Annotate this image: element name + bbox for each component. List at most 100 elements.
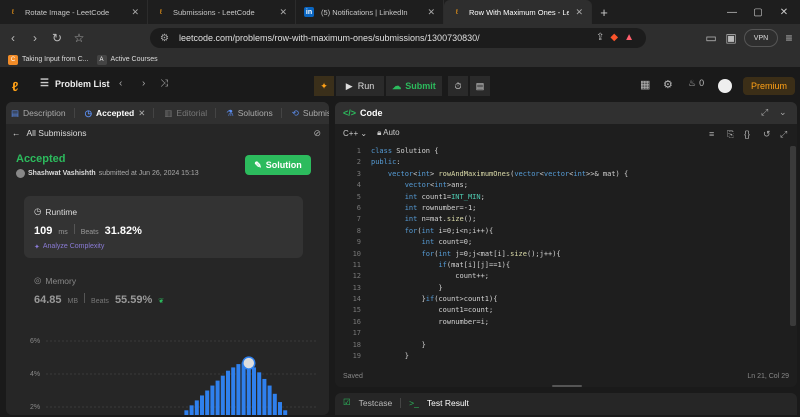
- chart-bar[interactable]: [210, 385, 215, 415]
- mode-indicator[interactable]: 🔒︎ Auto: [377, 128, 400, 138]
- format-icon[interactable]: ≡: [709, 129, 714, 139]
- line-number: 13: [352, 283, 361, 292]
- bookmark-icon[interactable]: ☆: [68, 27, 90, 49]
- memory-title[interactable]: ◎ Memory: [34, 275, 76, 286]
- language-select[interactable]: C++ ⌄: [343, 129, 367, 138]
- prev-problem-icon[interactable]: ‹: [119, 78, 122, 89]
- code-lines[interactable]: class Solution {public: vector<int> rowA…: [371, 146, 628, 362]
- tab-accepted[interactable]: ◷ Accepted ✕: [80, 102, 160, 124]
- rewards-icon[interactable]: ▲: [624, 32, 634, 43]
- forward-icon[interactable]: ›: [24, 27, 46, 49]
- chart-bar[interactable]: [231, 367, 236, 415]
- all-submissions-link[interactable]: ← All Submissions: [12, 128, 87, 138]
- close-icon[interactable]: ✕: [427, 7, 435, 18]
- bookmark-item[interactable]: A Active Courses: [96, 54, 158, 65]
- chart-bar[interactable]: [184, 410, 189, 415]
- browser-tab[interactable]: ℓ Rotate Image - LeetCode ✕: [0, 0, 148, 24]
- runtime-beats: 31.82%: [104, 225, 142, 237]
- author-name[interactable]: Shashwat Vashishth: [28, 170, 96, 177]
- settings-icon[interactable]: ⚙: [663, 78, 673, 91]
- link-icon[interactable]: ⊘: [313, 128, 321, 139]
- memory-distribution-chart[interactable]: 6% 4% 2%: [6, 332, 329, 415]
- notes-icon[interactable]: ▤: [470, 76, 490, 96]
- menu-icon[interactable]: ≡: [778, 27, 800, 49]
- chart-bar[interactable]: [215, 380, 220, 415]
- memory-metric: 64.85 MB Beats 55.59% ❦: [34, 293, 164, 306]
- premium-button[interactable]: Premium: [743, 77, 795, 95]
- chart-bar[interactable]: [236, 364, 241, 415]
- new-tab-button[interactable]: +: [592, 0, 616, 24]
- tab-solutions[interactable]: ⚗ Solutions: [221, 102, 287, 124]
- streak-counter[interactable]: ♨ 0: [688, 78, 704, 89]
- reload-icon[interactable]: ↻: [46, 27, 68, 49]
- browser-tab-active[interactable]: ℓ Row With Maximum Ones - Lee ✕: [444, 0, 592, 24]
- address-bar[interactable]: ⚙ leetcode.com/problems/row-with-maximum…: [150, 28, 646, 48]
- browser-tab[interactable]: ℓ Submissions - LeetCode ✕: [148, 0, 296, 24]
- maximize-icon[interactable]: ▢: [746, 0, 770, 24]
- chart-bar[interactable]: [200, 395, 204, 415]
- site-settings-icon[interactable]: ⚙: [160, 33, 169, 44]
- chart-bar[interactable]: [241, 362, 246, 415]
- wallet-icon[interactable]: ▣: [720, 27, 742, 49]
- brave-shield-icon[interactable]: ◆: [610, 32, 618, 43]
- bookmark-icon[interactable]: ⎘: [727, 129, 734, 140]
- chart-bar[interactable]: [205, 390, 210, 416]
- beats-label: Beats: [80, 229, 99, 236]
- minimize-icon[interactable]: —: [720, 0, 744, 24]
- close-icon[interactable]: ✕: [138, 108, 145, 119]
- solution-button[interactable]: ✎ Solution: [245, 155, 311, 175]
- share-icon[interactable]: ⇪: [596, 32, 604, 43]
- chart-bar[interactable]: [262, 378, 267, 415]
- collapse-icon[interactable]: ⌄: [779, 107, 787, 118]
- layout-icon[interactable]: ▦: [640, 78, 650, 91]
- code-line: int n=mat.size();: [404, 215, 477, 224]
- chart-bar[interactable]: [278, 402, 282, 415]
- avatar[interactable]: [718, 79, 732, 93]
- back-icon[interactable]: ‹: [2, 27, 24, 49]
- chart-bar[interactable]: [283, 410, 288, 415]
- analyze-complexity-link[interactable]: ✦ Analyze Complexity: [34, 243, 104, 251]
- chart-bar[interactable]: [257, 372, 262, 415]
- next-problem-icon[interactable]: ›: [142, 78, 145, 89]
- browser-tab[interactable]: in (5) Notifications | LinkedIn ✕: [296, 0, 444, 24]
- close-icon[interactable]: ✕: [279, 7, 287, 18]
- chart-bar[interactable]: [194, 400, 199, 415]
- close-icon[interactable]: ✕: [131, 7, 139, 18]
- your-submission-marker[interactable]: [242, 356, 256, 370]
- chart-bar[interactable]: [272, 393, 277, 415]
- chart-bar[interactable]: [252, 367, 256, 415]
- run-label: Run: [357, 81, 375, 91]
- vpn-button[interactable]: VPN: [744, 29, 778, 47]
- submit-button[interactable]: ☁ Submit: [386, 76, 442, 96]
- run-button[interactable]: ▶ Run: [336, 76, 384, 96]
- chart-bar[interactable]: [226, 370, 230, 415]
- editor-scrollbar[interactable]: [790, 146, 796, 326]
- chart-bar[interactable]: [189, 405, 194, 415]
- resize-handle[interactable]: [552, 385, 582, 387]
- shuffle-icon[interactable]: ⤨: [160, 78, 168, 89]
- reset-icon[interactable]: ↺: [763, 129, 771, 140]
- timer-icon[interactable]: ⏱: [448, 76, 468, 96]
- chart-bar[interactable]: [267, 385, 272, 415]
- tab-testcase[interactable]: Testcase: [359, 398, 393, 408]
- tab-test-result[interactable]: Test Result: [427, 398, 469, 408]
- fullscreen-icon[interactable]: ⤢: [780, 129, 787, 140]
- sidebar-icon[interactable]: ▭: [700, 27, 722, 49]
- debug-icon[interactable]: ✦: [314, 76, 334, 96]
- window-close-icon[interactable]: ✕: [772, 0, 796, 24]
- maximize-icon[interactable]: ⤢: [761, 107, 768, 118]
- leetcode-logo[interactable]: ℓ: [12, 79, 26, 94]
- memory-unit: MB: [67, 298, 79, 305]
- chart-bar[interactable]: [220, 375, 225, 415]
- close-icon[interactable]: ✕: [575, 7, 583, 18]
- bookmark-item[interactable]: C Taking Input from C...: [8, 54, 89, 65]
- tab-submissions[interactable]: ⟲ Submission: [287, 102, 329, 124]
- problem-list-button[interactable]: ☰ Problem List: [40, 78, 109, 89]
- memory-label: Memory: [45, 275, 77, 286]
- code-editor[interactable]: 1 2 3 4 5 6 7 8 9 10 11 12 13 14 15 16 17 18 19 class Solu…: [335, 146, 791, 364]
- runtime-card[interactable]: ◷ Runtime 109 ms Beats 31.82% ✦ Analyze …: [24, 196, 303, 258]
- tab-description[interactable]: ▤ Description: [6, 102, 80, 124]
- chart-bar[interactable]: [246, 364, 251, 415]
- braces-icon[interactable]: {}: [744, 129, 750, 139]
- tab-editorial[interactable]: ▥ Editorial: [159, 102, 221, 124]
